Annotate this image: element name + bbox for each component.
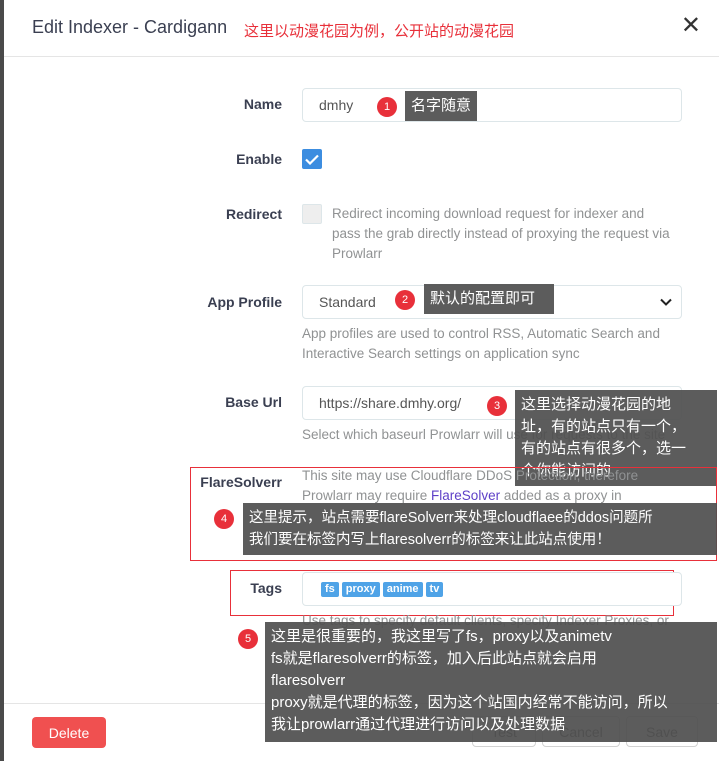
chevron-down-icon xyxy=(660,298,672,306)
redirect-checkbox[interactable] xyxy=(302,204,322,224)
flaresolver-link[interactable]: FlareSolver xyxy=(431,488,500,503)
annotation-callout-4-line-2: 我们要在标签内写上flaresolverr的标签来让此站点使用！ xyxy=(249,532,611,548)
annotation-badge-5: 5 xyxy=(238,629,258,649)
flaresolverr-help-text-end: added as a proxy in xyxy=(500,488,622,503)
app-profile-help-line-1: App profiles are used to control RSS, Au… xyxy=(302,326,660,341)
flaresolverr-help-line-1: This site may use Cloudflare DDoS Protec… xyxy=(302,468,639,483)
annotation-header-note: 这里以动漫花园为例，公开站的动漫花园 xyxy=(244,23,515,40)
close-icon[interactable]: ✕ xyxy=(681,14,701,38)
base-url-value: https://share.dmhy.org/ xyxy=(319,395,462,411)
annotation-callout-5-line-4: proxy就是代理的标签，因为这个站国内经常不能访问，所以 xyxy=(271,694,668,711)
annotation-badge-1: 1 xyxy=(377,97,397,117)
modal-header: Edit Indexer - Cardigann 这里以动漫花园为例，公开站的动… xyxy=(4,0,719,57)
annotation-badge-3: 3 xyxy=(487,396,507,416)
annotation-callout-5-line-5: 我让prowlarr通过代理进行访问以及处理数据 xyxy=(271,716,566,733)
flaresolverr-help-text: Prowlarr may require xyxy=(302,488,432,503)
annotation-callout-3-line-2: 址，有的站点只有一个， xyxy=(521,418,687,435)
annotation-callout-5-line-1: 这里是很重要的，我这里写了fs，proxy以及animetv xyxy=(271,628,612,645)
check-icon xyxy=(305,154,319,165)
tag-tv[interactable]: tv xyxy=(425,581,444,597)
tag-fs[interactable]: fs xyxy=(321,581,339,597)
annotation-callout-5-line-3: flaresolverr xyxy=(271,672,346,689)
modal-title: Edit Indexer - Cardigann xyxy=(32,17,228,37)
redirect-help-line-2: pass the grab directly instead of proxyi… xyxy=(332,226,670,241)
name-label: Name xyxy=(243,96,282,112)
app-profile-help: App profiles are used to control RSS, Au… xyxy=(302,324,692,364)
background-overlay-edge xyxy=(0,0,4,761)
redirect-help: Redirect incoming download request for i… xyxy=(332,204,692,264)
redirect-help-line-3: Prowlarr xyxy=(332,246,383,261)
app-profile-label: App Profile xyxy=(207,294,282,310)
annotation-badge-4: 4 xyxy=(214,509,234,529)
base-url-label: Base Url xyxy=(225,394,282,410)
tags-input[interactable]: fs proxy anime tv xyxy=(302,572,682,606)
redirect-label: Redirect xyxy=(225,206,282,222)
annotation-badge-2: 2 xyxy=(395,290,415,310)
tags-label: Tags xyxy=(250,580,282,596)
annotation-callout-3-line-3: 有的站点有很多个，选一 xyxy=(521,440,687,457)
enable-label: Enable xyxy=(236,151,282,167)
flaresolverr-label: FlareSolverr xyxy=(200,474,282,490)
tag-anime[interactable]: anime xyxy=(382,581,423,597)
delete-button[interactable]: Delete xyxy=(32,717,106,748)
annotation-callout-5: 这里是很重要的，我这里写了fs，proxy以及animetv fs就是flare… xyxy=(265,622,717,742)
name-input[interactable]: dmhy xyxy=(302,88,682,122)
annotation-callout-4: 这里提示，站点需要flareSolverr来处理cloudflaee的ddos问… xyxy=(243,503,717,555)
app-profile-help-line-2: Interactive Search settings on applicati… xyxy=(302,346,580,361)
annotation-callout-2: 默认的配置即可 xyxy=(424,284,554,314)
enable-checkbox[interactable] xyxy=(302,149,322,169)
tag-proxy[interactable]: proxy xyxy=(341,581,380,597)
annotation-callout-5-line-2: fs就是flaresolverr的标签，加入后此站点就会启用 xyxy=(271,650,597,667)
annotation-callout-4-line-1: 这里提示，站点需要flareSolverr来处理cloudflaee的ddos问… xyxy=(249,510,653,526)
annotation-callout-1: 名字随意 xyxy=(405,91,478,121)
annotation-callout-3-line-1: 这里选择动漫花园的地 xyxy=(521,396,672,413)
flaresolverr-help: This site may use Cloudflare DDoS Protec… xyxy=(302,466,712,506)
app-profile-value: Standard xyxy=(319,294,376,310)
name-input-value: dmhy xyxy=(319,97,354,113)
redirect-help-line-1: Redirect incoming download request for i… xyxy=(332,206,645,221)
